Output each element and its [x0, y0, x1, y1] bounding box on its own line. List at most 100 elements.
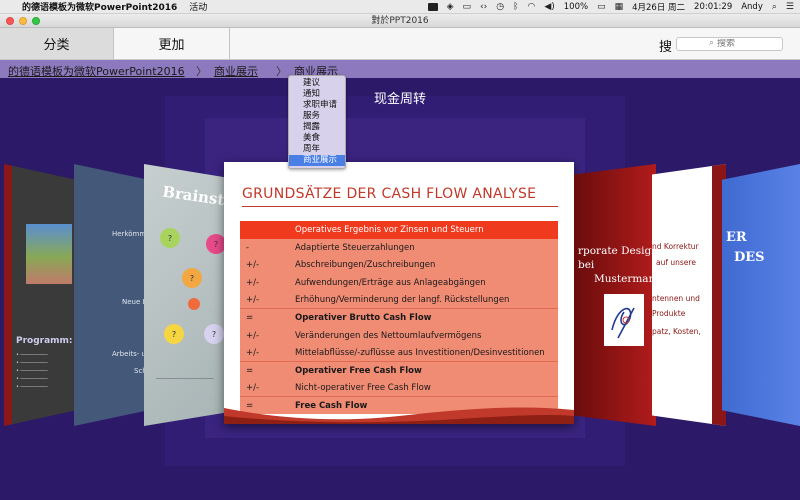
table-cell: Aufwendungen/Erträge aus Anlageabgängen [295, 277, 486, 288]
airplay-icon[interactable]: ▭ [462, 2, 471, 12]
table-cell: - [246, 242, 250, 253]
table-cell: Veränderungen des Nettoumlaufvermögens [295, 330, 482, 341]
window-title: 對於PPT2016 [371, 16, 429, 26]
slide-title: GRUNDSÄTZE DER CASH FLOW ANALYSE [242, 186, 537, 202]
menu-activity[interactable]: 活动 [189, 0, 207, 13]
tab-category[interactable]: 分类 [0, 28, 114, 59]
category-dropdown-menu: 建议 通知 求职申请 服务 揭露 美食 周年 商业展示 [288, 75, 346, 169]
battery-icon[interactable]: ▭ [597, 2, 606, 12]
dropdown-option[interactable]: 服务 [289, 111, 345, 122]
app-menu-title[interactable]: 的德语模板为微软PowerPoint2016 [22, 0, 177, 13]
card-text: • ───────── [16, 368, 48, 374]
dropdown-option[interactable]: 周年 [289, 144, 345, 155]
card-text: patz, Kosten, [652, 327, 701, 336]
breadcrumb-root[interactable]: 的德语模板为微软PowerPoint2016 [8, 63, 185, 79]
carousel-title: 现金周转 [373, 92, 426, 107]
question-bubble: ? [160, 228, 180, 248]
spotlight-icon[interactable]: ⌕ [772, 2, 777, 12]
slide-wave-decoration [224, 407, 574, 424]
template-card-left-3[interactable]: Programm: • ───────── • ───────── • ────… [4, 164, 76, 426]
template-card-left-2[interactable]: Herkömml Neue Lö Arbeits- u Sch [74, 164, 148, 426]
table-row: +/- Veränderungen des Nettoumlaufvermögen… [240, 327, 558, 345]
dropdown-option[interactable]: 美食 [289, 133, 345, 144]
table-cell: Abschreibungen/Zuschreibungen [295, 260, 436, 271]
card-text: ntennen und [652, 294, 700, 303]
template-carousel: 现金周转 Programm: • ───────── • ───────── •… [0, 78, 800, 500]
dropdown-option[interactable]: 通知 [289, 89, 345, 100]
menubar: 的德语模板为微软PowerPoint2016 活动 ◈ ▭ ‹› ◷ ᛒ ◠ ◀… [0, 0, 800, 14]
card-photo [26, 224, 72, 284]
window-titlebar: 對於PPT2016 [0, 14, 800, 28]
dropdown-option[interactable]: 揭露 [289, 122, 345, 133]
table-cell: = [246, 365, 254, 376]
close-window-button[interactable] [6, 17, 14, 25]
breadcrumb: 的德语模板为微软PowerPoint2016 〉 商业展示 〉 商业展示 [0, 60, 800, 78]
status-area: ◈ ▭ ‹› ◷ ᛒ ◠ ◀) 100% ▭ ▦ 4月26日 周二 20:01:… [427, 0, 794, 14]
bubble-dot [188, 298, 200, 310]
card-text: auf unsere [656, 258, 696, 267]
table-row: +/- Aufwendungen/Erträge aus Anlageabgäng… [240, 274, 558, 292]
table-row: = Operativer Free Cash Flow [240, 362, 558, 380]
breadcrumb-separator: 〉 [196, 65, 207, 78]
card-text: ──────────────────────── [156, 376, 214, 381]
search-field[interactable]: ⌕ [676, 37, 783, 51]
table-cell: = [246, 313, 254, 323]
card-logo [604, 294, 644, 346]
table-row: +/- Mittelabflüsse/-zuflüsse aus Investit… [240, 344, 558, 362]
search-input[interactable] [717, 39, 777, 49]
card-text: nd Korrektur [652, 242, 699, 251]
menubar-date[interactable]: 4月26日 周二 [632, 1, 685, 13]
breadcrumb-category[interactable]: 商业展示 [214, 63, 258, 79]
template-card-left-1[interactable]: Brainstorming ? ? ? ? ? ────────────────… [144, 164, 224, 426]
table-cell: Erhöhung/Verminderung der langf. Rückste… [295, 295, 510, 306]
card-text: • ───────── [16, 376, 48, 382]
table-row: +/- Nicht-operativer Free Cash Flow [240, 379, 558, 397]
volume-icon[interactable]: ◀) [544, 2, 554, 12]
dropdown-option[interactable]: 求职申请 [289, 100, 345, 111]
battery-percent[interactable]: 100% [564, 2, 588, 12]
table-cell: Nicht-operativer Free Cash Flow [295, 383, 431, 394]
slide-divider [242, 206, 558, 207]
card-text: • ───────── [16, 352, 48, 358]
template-card-right-1[interactable]: rporate Design bei Mustermann [574, 164, 656, 426]
card-title: Brainstorming [161, 182, 224, 218]
cube-icon[interactable]: ◈ [447, 2, 454, 12]
card-text: Produkte [652, 309, 686, 318]
tab-more[interactable]: 更加 [114, 28, 230, 59]
wifi-icon[interactable]: ◠ [527, 2, 535, 12]
zoom-window-button[interactable] [32, 17, 40, 25]
question-bubble: ? [204, 324, 224, 344]
table-cell: +/- [246, 348, 260, 359]
dropdown-option-selected[interactable]: 商业展示 [289, 155, 345, 166]
menubar-time[interactable]: 20:01:29 [694, 2, 732, 12]
time-machine-icon[interactable]: ◷ [496, 2, 504, 12]
window-controls [6, 17, 40, 25]
logo-icon [611, 307, 635, 339]
app-status-icon[interactable] [427, 3, 438, 11]
calendar-icon[interactable]: ▦ [615, 2, 624, 12]
table-cell: +/- [246, 295, 260, 306]
template-card-right-3[interactable]: ER DES [722, 164, 800, 426]
template-card-selected[interactable]: GRUNDSÄTZE DER CASH FLOW ANALYSE Operati… [224, 162, 574, 424]
table-row: +/- Abschreibungen/Zuschreibungen [240, 256, 558, 274]
search-icon: ⌕ [709, 38, 715, 48]
card-text: DES [734, 250, 765, 265]
template-card-right-2[interactable]: nd Korrektur auf unsere ntennen und Prod… [652, 164, 726, 426]
table-cell: +/- [246, 277, 260, 288]
notification-center-icon[interactable]: ☰ [786, 2, 794, 12]
code-icon[interactable]: ‹› [480, 2, 487, 12]
bluetooth-icon[interactable]: ᛒ [513, 2, 518, 12]
menubar-user[interactable]: Andy [741, 2, 763, 12]
card-stripe [4, 164, 12, 426]
table-cell: Operativer Brutto Cash Flow [295, 313, 432, 323]
cash-flow-table: Operatives Ergebnis vor Zinsen und Steue… [240, 221, 558, 414]
table-row: - Adaptierte Steuerzahlungen [240, 239, 558, 257]
card-text: • ───────── [16, 360, 48, 366]
dropdown-option[interactable]: 建议 [289, 78, 345, 89]
minimize-window-button[interactable] [19, 17, 27, 25]
table-row: = Operativer Brutto Cash Flow [240, 309, 558, 327]
table-cell: Adaptierte Steuerzahlungen [295, 242, 415, 253]
card-text: Herkömml [112, 230, 148, 238]
card-text: ER [726, 230, 747, 245]
table-cell: Mittelabflüsse/-zuflüsse aus Investition… [295, 348, 545, 359]
